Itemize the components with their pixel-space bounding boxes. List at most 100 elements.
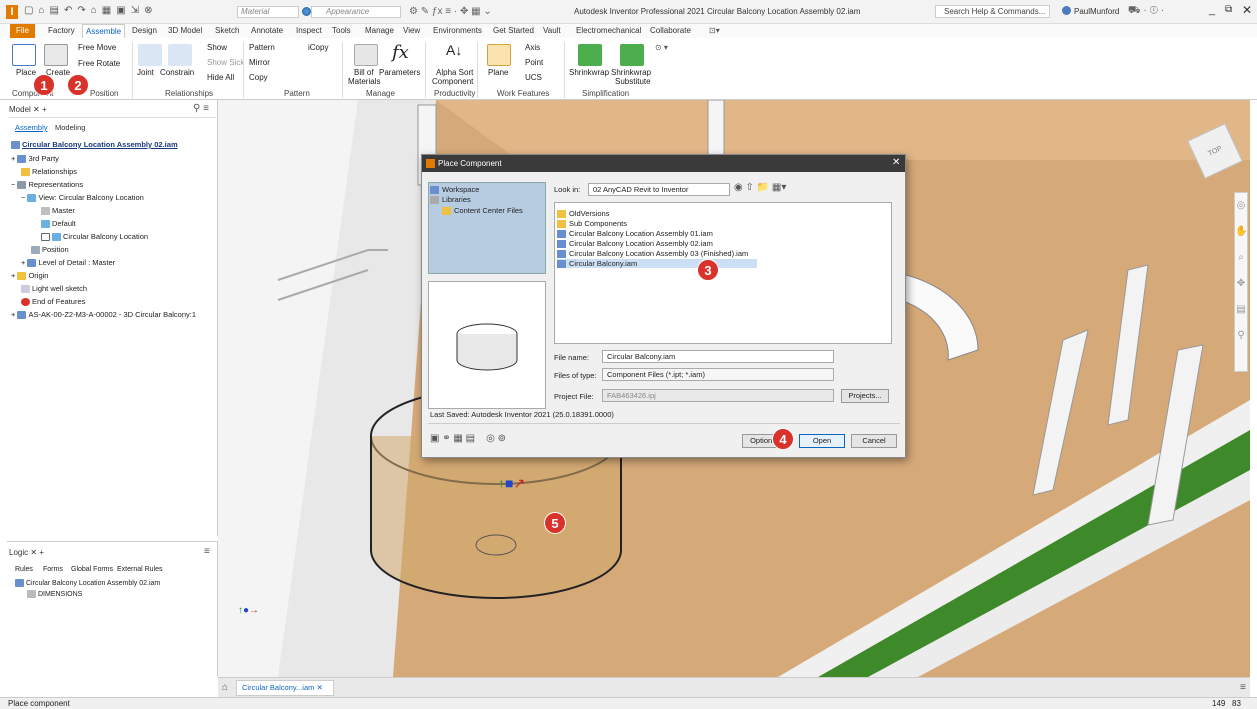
logic-assembly-item[interactable]: Circular Balcony Location Assembly 02.ia…	[15, 579, 160, 587]
shrinkwrap-button[interactable]: Shrinkwrap	[569, 68, 609, 77]
parameters-button[interactable]: Parameters	[379, 68, 420, 77]
tab-tools[interactable]: Tools	[329, 24, 354, 38]
plane-button[interactable]: Plane	[488, 68, 508, 77]
tab-inspect[interactable]: Inspect	[293, 24, 325, 38]
hide-all-button[interactable]: Hide All	[207, 73, 234, 82]
project-file-dropdown[interactable]: FAB463426.ipj	[602, 389, 834, 402]
axis-button[interactable]: Axis	[525, 43, 540, 52]
alpha-sort-label-2[interactable]: Component	[432, 77, 473, 86]
group-position[interactable]: Position	[90, 89, 118, 98]
projects-button[interactable]: Projects...	[841, 389, 889, 403]
user-name[interactable]: PaulMunford	[1074, 7, 1119, 16]
tab-view[interactable]: View	[400, 24, 423, 38]
cancel-button[interactable]: Cancel	[851, 434, 897, 448]
place-button-label[interactable]: Place	[16, 68, 36, 77]
formula-icons[interactable]: ⚙ ✎ ƒx ≡ · ✥ ▦ ⌄	[409, 6, 492, 17]
tree-item-origin[interactable]: + Origin	[11, 271, 48, 281]
inventor-logo-icon[interactable]: I	[6, 5, 18, 19]
tab-menu-icon[interactable]: ≡	[1240, 682, 1246, 693]
show-sick-button[interactable]: Show Sick	[207, 58, 244, 67]
group-relationships[interactable]: Relationships	[165, 89, 213, 98]
save-icon[interactable]: ▤	[50, 5, 59, 16]
checkbox-icon[interactable]	[41, 233, 50, 242]
nav-libraries[interactable]: Libraries	[430, 195, 471, 205]
home-icon[interactable]: ⌂	[91, 5, 97, 16]
tab-assemble[interactable]: Assemble	[82, 24, 126, 38]
navigation-bar[interactable]: ◎ ✋ ⌕ ✥ ▤ ⚲	[1234, 192, 1248, 372]
select-icon[interactable]: ⇲	[131, 5, 139, 16]
tree-item-default[interactable]: Default	[41, 219, 76, 229]
tree-item-representations[interactable]: − Representations	[11, 180, 83, 190]
bom-label-2[interactable]: Materials	[348, 77, 380, 86]
dialog-close-button[interactable]: ✕	[892, 157, 900, 168]
nav-content-center[interactable]: Content Center Files	[442, 206, 523, 216]
shrinkwrap-sub-label-1[interactable]: Shrinkwrap	[611, 68, 651, 77]
shrinkwrap-substitute-icon[interactable]	[620, 44, 644, 66]
shrinkwrap-icon[interactable]	[578, 44, 602, 66]
files-of-type-dropdown[interactable]: Component Files (*.ipt; *.iam)	[602, 368, 834, 381]
tab-design[interactable]: Design	[129, 24, 160, 38]
tree-item-relationships[interactable]: Relationships	[21, 167, 77, 177]
icopy-button[interactable]: iCopy	[308, 43, 328, 52]
place-component-icon[interactable]	[12, 44, 36, 66]
tree-root-assembly[interactable]: Circular Balcony Location Assembly 02.ia…	[11, 140, 178, 150]
parameters-fx-icon[interactable]: fx	[392, 42, 409, 63]
document-tab[interactable]: Circular Balcony...iam ✕	[236, 680, 334, 696]
restore-button[interactable]: ⧉	[1225, 4, 1232, 15]
tree-item-master[interactable]: Master	[41, 206, 75, 216]
file-item-assembly-03[interactable]: Circular Balcony Location Assembly 03 (F…	[557, 249, 748, 259]
tree-item-end-of-features[interactable]: End of Features	[21, 297, 85, 307]
print-icon[interactable]: ▦	[102, 5, 111, 16]
file-item-sub-components[interactable]: Sub Components	[557, 219, 627, 229]
tab-vault[interactable]: Vault	[540, 24, 564, 38]
nav-workspace[interactable]: Workspace	[430, 185, 479, 195]
tree-item-circular-balcony-location[interactable]: Circular Balcony Location	[41, 232, 148, 242]
look-in-dropdown[interactable]: 02 AnyCAD Revit to Inventor	[588, 183, 730, 196]
point-button[interactable]: Point	[525, 58, 543, 67]
new-icon[interactable]: ▢	[24, 5, 33, 16]
tree-item-light-well-sketch[interactable]: Light well sketch	[21, 284, 87, 294]
assembly-subtab[interactable]: Assembly	[15, 123, 48, 132]
external-rules-tab[interactable]: External Rules	[117, 566, 163, 573]
joint-icon[interactable]	[138, 44, 162, 66]
quick-access-toolbar[interactable]: ▢ ⌂ ▤ ↶ ↷ ⌂ ▦ ▣ ⇲ ⊗	[24, 5, 157, 16]
tab-factory[interactable]: Factory	[45, 24, 78, 38]
update-icon[interactable]: ▣	[116, 5, 125, 16]
file-item-oldversions[interactable]: OldVersions	[557, 209, 609, 219]
constrain-button[interactable]: Constrain	[160, 68, 194, 77]
group-manage[interactable]: Manage	[366, 89, 395, 98]
pattern-button[interactable]: Pattern	[249, 43, 275, 52]
joint-button[interactable]: Joint	[137, 68, 154, 77]
tree-item-level-of-detail[interactable]: + Level of Detail : Master	[21, 258, 115, 268]
dialog-tool-icons[interactable]: ▣ ⚭ ▦ ▤ ◎ ⊚	[430, 433, 506, 444]
tree-item-view[interactable]: − View: Circular Balcony Location	[21, 193, 144, 203]
file-name-input[interactable]: Circular Balcony.iam	[602, 350, 834, 363]
rules-tab[interactable]: Rules	[15, 566, 33, 573]
tab-environments[interactable]: Environments	[430, 24, 485, 38]
forms-tab[interactable]: Forms	[43, 566, 63, 573]
minimize-button[interactable]: _	[1209, 4, 1215, 16]
home-icon[interactable]: ⌂	[222, 682, 228, 693]
panel-options-icon[interactable]: ⊙ ▾	[655, 43, 668, 52]
logic-rule-dimensions[interactable]: DIMENSIONS	[27, 590, 82, 598]
close-button[interactable]: ✕	[1242, 3, 1252, 17]
tab-electromechanical[interactable]: Electromechanical	[573, 24, 644, 38]
tab-get-started[interactable]: Get Started	[490, 24, 537, 38]
file-item-circular-balcony[interactable]: Circular Balcony.iam	[557, 259, 757, 269]
constrain-icon[interactable]	[168, 44, 192, 66]
alpha-sort-label-1[interactable]: Alpha Sort	[436, 68, 473, 77]
tree-item-3rd-party[interactable]: + 3rd Party	[11, 154, 59, 164]
tab-collaborate[interactable]: Collaborate	[647, 24, 694, 38]
tab-sketch[interactable]: Sketch	[212, 24, 242, 38]
tab-overflow-icon[interactable]: ⊡▾	[706, 24, 723, 38]
close-doc-icon[interactable]: ⊗	[144, 5, 152, 16]
free-move-button[interactable]: Free Move	[78, 43, 116, 52]
bill-of-materials-icon[interactable]	[354, 44, 378, 66]
ucs-button[interactable]: UCS	[525, 73, 542, 82]
file-item-assembly-02[interactable]: Circular Balcony Location Assembly 02.ia…	[557, 239, 713, 249]
cart-icon[interactable]: ⛟ · ⓘ ·	[1128, 5, 1164, 18]
modeling-subtab[interactable]: Modeling	[55, 123, 85, 132]
tab-manage[interactable]: Manage	[362, 24, 397, 38]
plane-icon[interactable]	[487, 44, 511, 66]
file-item-assembly-01[interactable]: Circular Balcony Location Assembly 01.ia…	[557, 229, 713, 239]
